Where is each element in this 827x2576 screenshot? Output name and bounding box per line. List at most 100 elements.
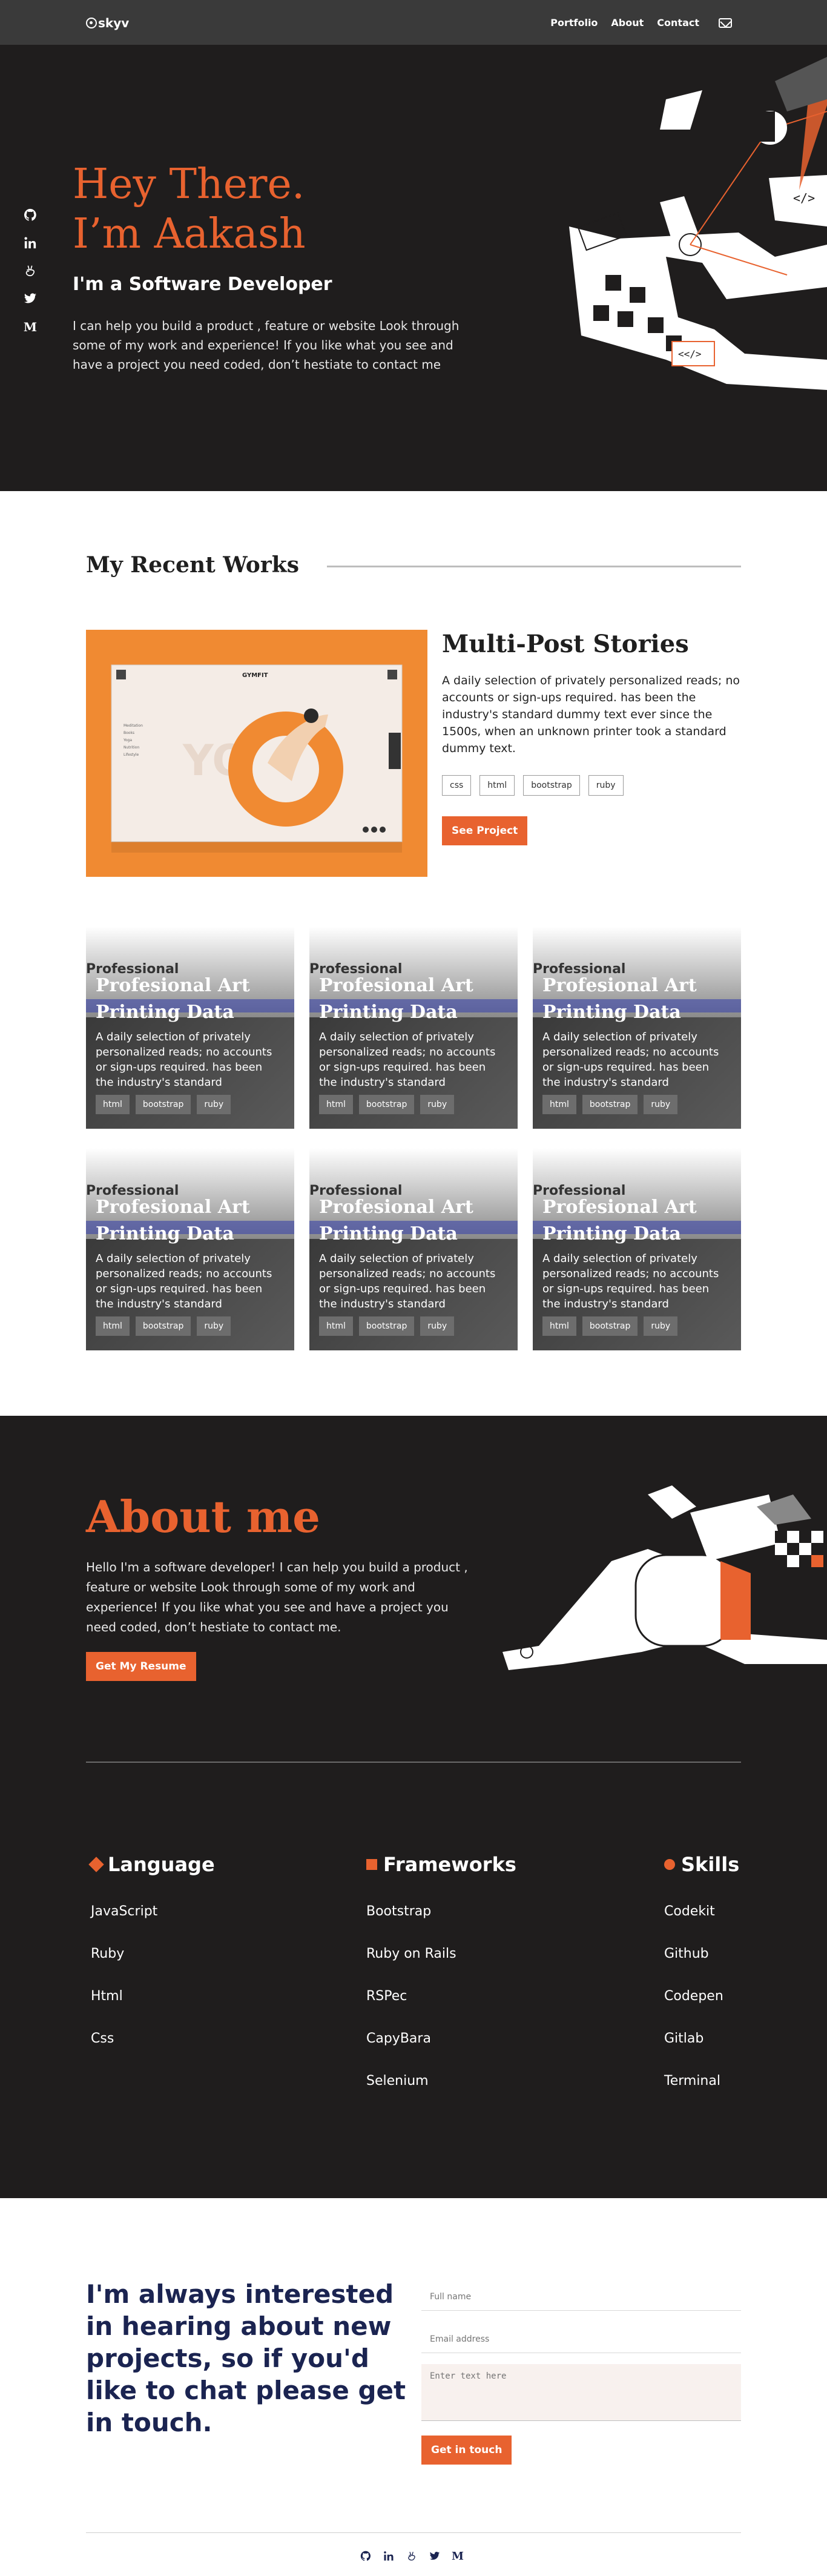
card-tag-bootstrap: bootstrap	[358, 1316, 415, 1336]
featured-mockup: GYMFIT YOGA Meditation Books Yoga Nutrit…	[111, 664, 403, 853]
mail-icon[interactable]	[719, 18, 732, 28]
language-header: Language	[88, 1853, 215, 1876]
language-item: Css	[91, 2031, 114, 2046]
footer-social-links: M	[360, 2551, 464, 2563]
nav-links: Portfolio About Contact	[550, 17, 732, 28]
language-item: Html	[91, 1989, 123, 2004]
frameworks-column: Frameworks Bootstrap Ruby on Rails RSPec…	[366, 1853, 516, 2116]
get-in-touch-button[interactable]: Get in touch	[421, 2436, 512, 2465]
twitter-icon[interactable]	[429, 2551, 441, 2563]
card-tag-html: html	[319, 1095, 353, 1114]
art-code-label-2: <</>	[678, 348, 702, 360]
hero-social-links: M	[23, 208, 38, 334]
skill-item: Terminal	[664, 2073, 720, 2089]
language-column: Language JavaScript Ruby Html Css	[88, 1853, 215, 2073]
hero-illustration: </> <</>	[569, 57, 827, 390]
hero-greeting-line-1: Hey There.	[73, 160, 305, 208]
featured-project-tags: css html bootstrap ruby	[442, 775, 624, 796]
project-card[interactable]: Professional Profesional Art Printing Da…	[533, 926, 741, 1129]
language-item: JavaScript	[91, 1904, 158, 1919]
medium-icon[interactable]: M	[23, 320, 38, 334]
skills-title: Skills	[681, 1853, 740, 1876]
medium-icon[interactable]: M	[452, 2551, 464, 2563]
frameworks-header: Frameworks	[366, 1853, 516, 1876]
language-item: Ruby	[91, 1946, 125, 1961]
linkedin-icon[interactable]	[23, 236, 38, 251]
project-card[interactable]: Professional Profesional Art Printing Da…	[533, 1148, 741, 1350]
works-title: My Recent Works	[86, 552, 299, 578]
hero-greeting: Hey There. I’m Aakash	[73, 160, 306, 259]
framework-item: Bootstrap	[366, 1904, 432, 1919]
get-resume-button[interactable]: Get My Resume	[86, 1652, 196, 1681]
card-tag-html: html	[319, 1316, 353, 1336]
about-description: Hello I'm a software developer! I can he…	[86, 1560, 468, 1634]
card-tag-ruby: ruby	[420, 1316, 455, 1336]
skill-item: Gitlab	[664, 2031, 704, 2046]
checker-pattern	[775, 1531, 823, 1579]
card-tag-ruby: ruby	[644, 1316, 678, 1336]
card-tags: html bootstrap ruby	[96, 1316, 231, 1336]
card-title: Profesional Art Printing Data	[96, 1197, 250, 1244]
tag-ruby: ruby	[588, 775, 624, 796]
card-tag-html: html	[96, 1316, 130, 1336]
card-description: A daily selection of privately personali…	[96, 1031, 272, 1089]
project-card[interactable]: Professional Profesional Art Printing Da…	[309, 926, 518, 1129]
skills-header: Skills	[664, 1853, 739, 1876]
hero-description: I can help you build a product , feature…	[73, 319, 460, 372]
featured-project-description: A daily selection of privately personali…	[442, 674, 740, 755]
site-logo[interactable]: skyv	[86, 16, 129, 30]
linkedin-icon[interactable]	[383, 2551, 395, 2563]
nav-link-contact[interactable]: Contact	[657, 17, 699, 28]
card-title: Profesional Art Printing Data	[319, 1197, 473, 1244]
featured-project-image[interactable]: GYMFIT YOGA Meditation Books Yoga Nutrit…	[86, 630, 427, 877]
project-card[interactable]: Professional Profesional Art Printing Da…	[309, 1148, 518, 1350]
nav-link-about[interactable]: About	[611, 17, 644, 28]
framework-item: RSPec	[366, 1989, 407, 2004]
angellist-icon[interactable]	[406, 2551, 418, 2563]
diamond-icon	[88, 1857, 104, 1872]
github-icon[interactable]	[23, 208, 38, 223]
at-icon	[86, 18, 97, 28]
see-project-button[interactable]: See Project	[442, 816, 528, 845]
tag-html: html	[479, 775, 515, 796]
card-tag-ruby: ruby	[644, 1095, 678, 1114]
card-tag-bootstrap: bootstrap	[135, 1316, 191, 1336]
works-divider	[327, 566, 741, 567]
card-title: Profesional Art Printing Data	[542, 975, 697, 1023]
tag-bootstrap: bootstrap	[523, 775, 580, 796]
framework-item: Selenium	[366, 2073, 429, 2089]
skill-item: Github	[664, 1946, 709, 1961]
card-tags: html bootstrap ruby	[542, 1316, 678, 1336]
nav-link-portfolio[interactable]: Portfolio	[550, 17, 598, 28]
footer-divider	[86, 2532, 741, 2533]
circle-icon	[664, 1859, 675, 1870]
full-name-input[interactable]	[421, 2283, 741, 2311]
card-tag-html: html	[542, 1316, 576, 1336]
language-title: Language	[108, 1853, 215, 1876]
about-section: About me Hello I'm a software developer!…	[0, 1416, 827, 2198]
top-navbar: skyv Portfolio About Contact	[0, 0, 827, 45]
card-description: A daily selection of privately personali…	[96, 1252, 272, 1310]
message-textarea[interactable]	[421, 2364, 741, 2421]
angellist-icon[interactable]	[23, 264, 38, 279]
card-description: A daily selection of privately personali…	[542, 1031, 719, 1089]
skill-item: Codepen	[664, 1989, 723, 2004]
project-card[interactable]: Professional Profesional Art Printing Da…	[86, 926, 294, 1129]
mock-brand: GYMFIT	[242, 672, 268, 679]
email-input[interactable]	[421, 2325, 741, 2353]
project-card[interactable]: Professional Profesional Art Printing Da…	[86, 1148, 294, 1350]
logo-text: skyv	[98, 16, 130, 30]
twitter-icon[interactable]	[23, 292, 38, 306]
about-divider	[86, 1762, 741, 1763]
card-title: Profesional Art Printing Data	[319, 975, 473, 1023]
hero-greeting-line-2: I’m Aakash	[73, 210, 306, 258]
framework-item: CapyBara	[366, 2031, 431, 2046]
card-tags: html bootstrap ruby	[319, 1316, 455, 1336]
github-icon[interactable]	[360, 2551, 372, 2563]
card-tags: html bootstrap ruby	[542, 1095, 678, 1114]
tag-css: css	[442, 775, 472, 796]
hero-subtitle: I'm a Software Developer	[73, 274, 332, 295]
card-description: A daily selection of privately personali…	[319, 1031, 496, 1089]
card-description: A daily selection of privately personali…	[319, 1252, 496, 1310]
mock-menu-5: Lifestyle	[124, 753, 139, 757]
